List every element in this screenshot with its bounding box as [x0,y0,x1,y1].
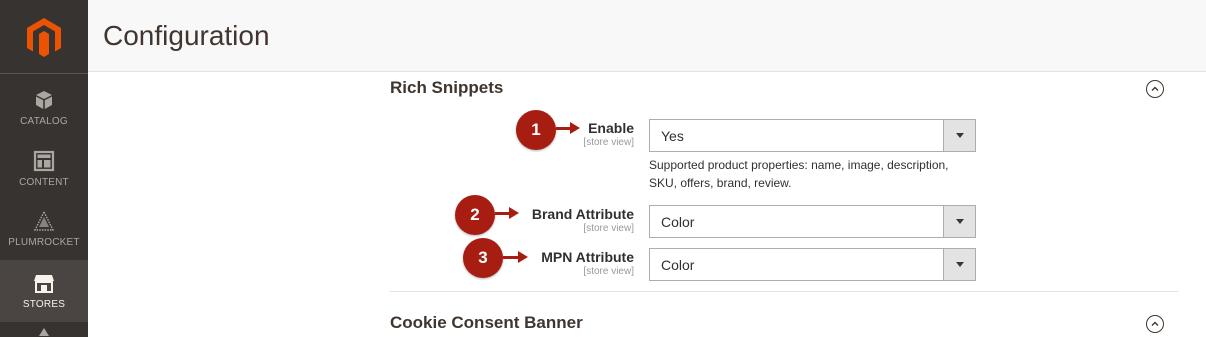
sidebar-item-plumrocket[interactable]: PLUMROCKET [0,199,88,259]
sidebar-item-label: PLUMROCKET [8,237,80,248]
chevron-up-icon [1151,321,1159,326]
sidebar-item-label: STORES [22,299,66,310]
dropdown-arrow-icon[interactable] [943,120,975,151]
callout-arrow-3 [503,251,528,263]
dropdown-arrow-icon[interactable] [943,206,975,237]
mpn-attribute-field-label: MPN Attribute [store view] [541,249,634,277]
section-rich-snippets[interactable]: Rich Snippets [390,78,1178,100]
field-label: MPN Attribute [541,249,634,265]
section-cookie-consent-banner[interactable]: Cookie Consent Banner [390,313,1178,335]
select-value: Color [661,257,695,273]
sidebar-item-label: CONTENT [19,177,69,188]
enable-field-label: Enable [store view] [583,120,634,148]
brand-attribute-select[interactable]: Color [649,205,976,238]
magento-logo[interactable] [0,0,88,74]
field-label: Brand Attribute [531,206,634,222]
field-scope: [store view] [583,223,634,234]
field-scope: [store view] [583,266,634,277]
cube-icon [36,91,52,109]
section-title: Cookie Consent Banner [390,313,583,332]
sidebar-item-more[interactable] [0,326,88,337]
enable-field-note: Supported product properties: name, imag… [649,158,949,190]
store-icon [34,275,54,293]
select-value: Yes [661,128,684,144]
field-label: Enable [588,120,634,136]
layout-icon [33,150,55,172]
partial-nav-icon [39,328,49,336]
admin-sidebar: CATALOG CONTENT PLUMROCKET STORES [0,0,88,337]
chevron-up-icon [1151,86,1159,91]
callout-badge-3: 3 [463,238,503,278]
section-title: Rich Snippets [390,78,504,97]
callout-arrow-1 [556,122,580,134]
section-divider [390,291,1178,292]
field-scope: [store view] [583,137,634,148]
sidebar-item-label: CATALOG [20,116,68,127]
sidebar-item-catalog[interactable]: CATALOG [0,78,88,138]
brand-attribute-field-label: Brand Attribute [store view] [532,206,634,234]
enable-select[interactable]: Yes [649,119,976,152]
callout-badge-1: 1 [516,110,556,150]
sidebar-item-stores[interactable]: STORES [0,260,88,322]
page-header: Configuration [88,0,1206,72]
mpn-attribute-select[interactable]: Color [649,248,976,281]
callout-arrow-2 [495,207,519,219]
select-value: Color [661,214,695,230]
sidebar-item-content[interactable]: CONTENT [0,139,88,199]
collapse-section-button[interactable] [1146,315,1164,333]
callout-badge-2: 2 [455,195,495,235]
page-title: Configuration [103,20,270,51]
magento-logo-icon [27,17,61,57]
plumrocket-icon [33,210,55,231]
collapse-section-button[interactable] [1146,80,1164,98]
dropdown-arrow-icon[interactable] [943,249,975,280]
